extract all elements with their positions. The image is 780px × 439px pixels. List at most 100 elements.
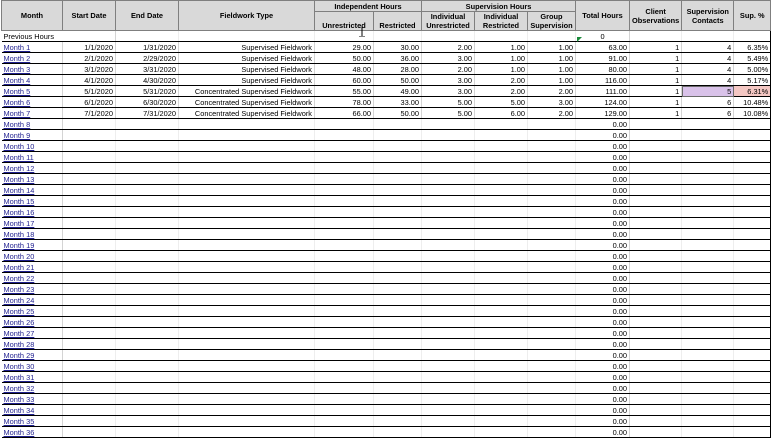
- end-date-cell[interactable]: [115, 415, 179, 427]
- individual-unrestricted-cell[interactable]: 5.00: [421, 107, 475, 119]
- month-cell[interactable]: Month 34: [1, 404, 63, 416]
- start-date-cell[interactable]: [62, 272, 116, 284]
- individual-unrestricted-cell[interactable]: [421, 393, 475, 405]
- start-date-cell[interactable]: [62, 283, 116, 295]
- month-cell[interactable]: Month 22: [1, 272, 63, 284]
- supervision-contacts-cell[interactable]: [681, 228, 735, 240]
- start-date-cell[interactable]: [62, 173, 116, 185]
- unrestricted-cell[interactable]: 66.00: [314, 107, 374, 119]
- total-hours-cell[interactable]: 0.00: [575, 162, 630, 174]
- fieldwork-type-cell[interactable]: [178, 305, 315, 317]
- individual-unrestricted-cell[interactable]: [421, 283, 475, 295]
- month-cell[interactable]: Month 26: [1, 316, 63, 328]
- individual-restricted-cell[interactable]: 6.00: [474, 107, 528, 119]
- total-hours-cell[interactable]: 124.00: [575, 96, 630, 108]
- total-hours-cell[interactable]: 0.00: [575, 195, 630, 207]
- fieldwork-type-cell[interactable]: [178, 426, 315, 438]
- individual-unrestricted-cell[interactable]: 2.00: [421, 63, 475, 75]
- fieldwork-type-cell[interactable]: [178, 338, 315, 350]
- individual-unrestricted-cell[interactable]: [421, 294, 475, 306]
- restricted-cell[interactable]: 50.00: [373, 107, 422, 119]
- client-observations-cell[interactable]: 1: [629, 41, 683, 53]
- fieldwork-type-cell[interactable]: [178, 382, 315, 394]
- individual-unrestricted-cell[interactable]: [421, 151, 475, 163]
- fieldwork-type-cell[interactable]: [178, 129, 315, 141]
- group-supervision-cell[interactable]: [527, 415, 576, 427]
- supervision-contacts-cell[interactable]: [681, 129, 735, 141]
- group-supervision-cell[interactable]: 1.00: [527, 74, 576, 86]
- unrestricted-cell[interactable]: [314, 360, 374, 372]
- client-observations-cell[interactable]: 1: [629, 63, 683, 75]
- start-date-cell[interactable]: [62, 305, 116, 317]
- total-hours-cell[interactable]: 0.00: [575, 294, 630, 306]
- unrestricted-cell[interactable]: [314, 228, 374, 240]
- start-date-cell[interactable]: [62, 140, 116, 152]
- month-cell[interactable]: Month 29: [1, 349, 63, 361]
- supervision-contacts-cell[interactable]: [681, 338, 735, 350]
- client-observations-cell[interactable]: [629, 151, 683, 163]
- unrestricted-cell[interactable]: [314, 250, 374, 262]
- sup-pct-cell[interactable]: [733, 371, 772, 383]
- total-hours-cell[interactable]: 80.00: [575, 63, 630, 75]
- supervision-contacts-cell[interactable]: [681, 140, 735, 152]
- restricted-cell[interactable]: [373, 404, 422, 416]
- individual-restricted-cell[interactable]: [474, 151, 528, 163]
- col-header-total-hours[interactable]: Total Hours: [575, 0, 630, 31]
- individual-restricted-cell[interactable]: [474, 272, 528, 284]
- fieldwork-type-cell[interactable]: Supervised Fieldwork: [178, 52, 315, 64]
- fieldwork-type-cell[interactable]: [178, 393, 315, 405]
- start-date-cell[interactable]: [62, 349, 116, 361]
- supervision-contacts-cell[interactable]: [681, 371, 735, 383]
- previous-hours-label[interactable]: Previous Hours: [1, 30, 116, 42]
- end-date-cell[interactable]: [115, 327, 179, 339]
- supervision-contacts-cell[interactable]: 4: [681, 52, 735, 64]
- total-hours-cell[interactable]: 0.00: [575, 404, 630, 416]
- individual-unrestricted-cell[interactable]: 3.00: [421, 85, 475, 97]
- total-hours-cell[interactable]: 0.00: [575, 327, 630, 339]
- individual-restricted-cell[interactable]: [474, 228, 528, 240]
- supervision-contacts-cell[interactable]: 5: [681, 85, 735, 97]
- total-hours-cell[interactable]: 0.00: [575, 140, 630, 152]
- sup-pct-cell[interactable]: [733, 415, 772, 427]
- start-date-cell[interactable]: [62, 371, 116, 383]
- supervision-contacts-cell[interactable]: [681, 272, 735, 284]
- group-supervision-cell[interactable]: [527, 206, 576, 218]
- cell-empty[interactable]: [314, 30, 374, 42]
- fieldwork-type-cell[interactable]: [178, 272, 315, 284]
- total-hours-cell[interactable]: 0.00: [575, 349, 630, 361]
- individual-unrestricted-cell[interactable]: [421, 250, 475, 262]
- sup-pct-cell[interactable]: [733, 360, 772, 372]
- total-hours-cell[interactable]: 0.00: [575, 283, 630, 295]
- col-header-group-supervision[interactable]: Group Supervision: [527, 11, 576, 31]
- restricted-cell[interactable]: 33.00: [373, 96, 422, 108]
- month-cell[interactable]: Month 4: [1, 74, 63, 86]
- month-cell[interactable]: Month 5: [1, 85, 63, 97]
- unrestricted-cell[interactable]: [314, 173, 374, 185]
- individual-unrestricted-cell[interactable]: [421, 228, 475, 240]
- total-hours-cell[interactable]: 0.00: [575, 316, 630, 328]
- month-cell[interactable]: Month 31: [1, 371, 63, 383]
- sup-pct-cell[interactable]: [733, 327, 772, 339]
- group-supervision-cell[interactable]: 2.00: [527, 107, 576, 119]
- unrestricted-cell[interactable]: 48.00: [314, 63, 374, 75]
- client-observations-cell[interactable]: 1: [629, 96, 683, 108]
- month-cell[interactable]: Month 9: [1, 129, 63, 141]
- sup-pct-cell[interactable]: [733, 404, 772, 416]
- end-date-cell[interactable]: [115, 228, 179, 240]
- fieldwork-type-cell[interactable]: Supervised Fieldwork: [178, 41, 315, 53]
- restricted-cell[interactable]: [373, 338, 422, 350]
- total-hours-cell[interactable]: 111.00: [575, 85, 630, 97]
- client-observations-cell[interactable]: [629, 162, 683, 174]
- sup-pct-cell[interactable]: [733, 195, 772, 207]
- month-cell[interactable]: Month 7: [1, 107, 63, 119]
- sup-pct-cell[interactable]: [733, 129, 772, 141]
- sup-pct-cell[interactable]: [733, 393, 772, 405]
- end-date-cell[interactable]: 7/31/2020: [115, 107, 179, 119]
- individual-unrestricted-cell[interactable]: [421, 404, 475, 416]
- total-hours-cell[interactable]: 0.00: [575, 228, 630, 240]
- supervision-contacts-cell[interactable]: [681, 316, 735, 328]
- individual-unrestricted-cell[interactable]: 2.00: [421, 41, 475, 53]
- supervision-contacts-cell[interactable]: 6: [681, 96, 735, 108]
- individual-restricted-cell[interactable]: [474, 261, 528, 273]
- restricted-cell[interactable]: 49.00: [373, 85, 422, 97]
